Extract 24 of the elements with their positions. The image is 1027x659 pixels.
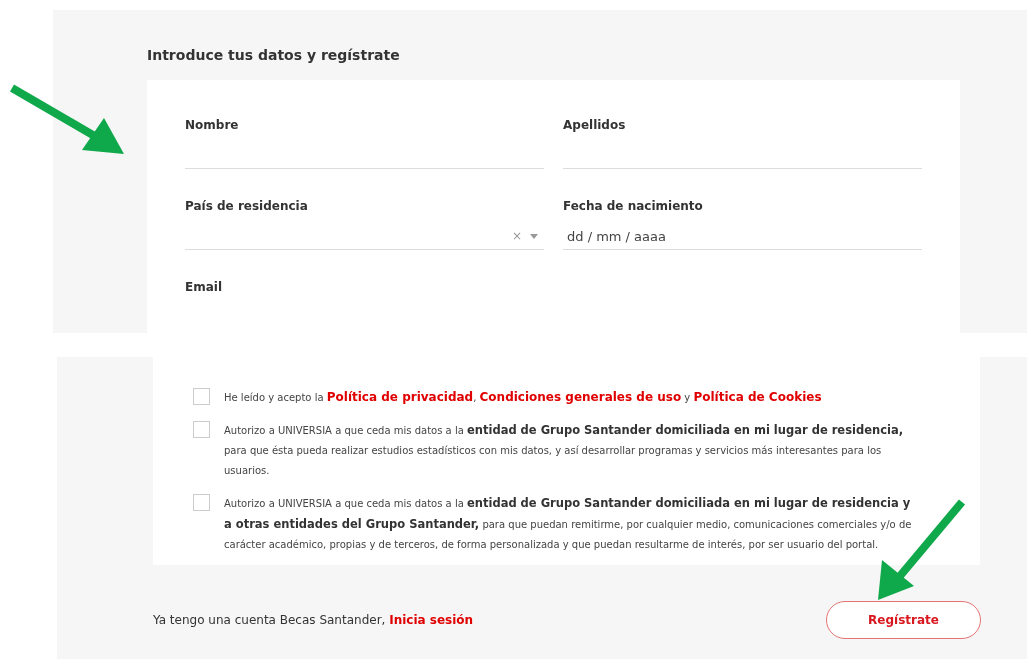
checkbox[interactable]	[193, 421, 210, 438]
register-button[interactable]: Regístrate	[826, 601, 981, 639]
consent-text: ,	[473, 392, 478, 403]
clear-icon[interactable]: ×	[511, 229, 522, 243]
date-field[interactable]: dd / mm / aaaa	[563, 223, 922, 250]
consent-text: He leído y acepto la	[224, 392, 325, 403]
consent-text: y	[683, 392, 692, 403]
consent-text: Autorizo a UNIVERSIA a que ceda mis datos a la entidad de Grupo Santander domiciliada en mi lugar de residencia y a otras entidades del Grupo Santander, para que puedan remitirme, por cualquier medio, comunicaciones comerciales y/o de carácter académico, propias y de terceros, de forma personalizada y que puedan resultarme de interés, por ser usuario del portal.	[224, 498, 912, 550]
field-label: Nombre	[185, 118, 240, 132]
consent-text: Autorizo a UNIVERSIA a que ceda mis datos a la entidad de Grupo Santander domiciliada en mi lugar de residencia, para que ésta pueda realizar estudios estadísticos con mis datos, y así desarrollar programas y servicios más interesantes para los usuarios.	[224, 425, 904, 476]
caret-icon[interactable]	[530, 233, 538, 239]
checkbox[interactable]	[193, 494, 210, 511]
login-link[interactable]: Inicia sesión	[389, 613, 474, 627]
field-label: Email	[185, 280, 224, 294]
form-title: Introduce tus datos y regístrate	[147, 47, 401, 65]
select-field[interactable]: ×	[185, 223, 544, 250]
policy-link[interactable]: Condiciones generales de uso	[479, 390, 682, 404]
field-label: País de residencia	[185, 199, 309, 213]
policy-link[interactable]: Política de privacidad	[326, 390, 474, 404]
field-label: Fecha de nacimiento	[563, 199, 704, 213]
policy-link[interactable]: Política de Cookies	[693, 390, 822, 404]
field-label: Apellidos	[563, 118, 627, 132]
checkbox[interactable]	[193, 388, 210, 405]
login-prompt: Ya tengo una cuenta Becas Santander, Inicia sesión	[153, 613, 474, 627]
